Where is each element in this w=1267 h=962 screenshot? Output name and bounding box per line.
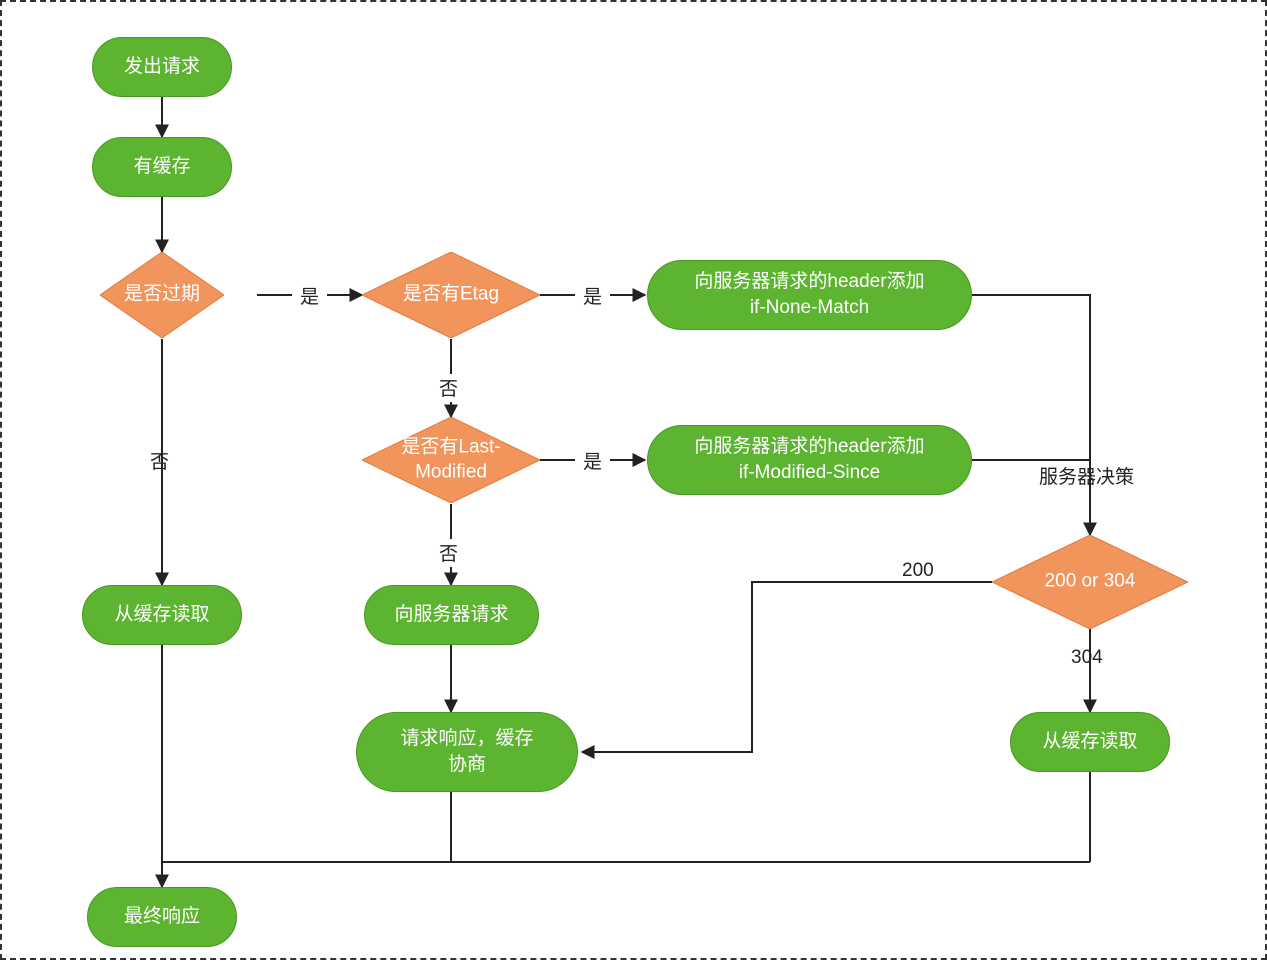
node-has-cache: 有缓存 (92, 137, 232, 197)
node-decide-label: 200 or 304 (1045, 570, 1136, 595)
node-start: 发出请求 (92, 37, 232, 97)
node-req-server-label: 向服务器请求 (394, 602, 508, 628)
node-start-label: 发出请求 (124, 54, 200, 80)
label-no-3: 否 (439, 539, 458, 566)
node-read-cache-1-label: 从缓存读取 (114, 602, 209, 628)
node-add-ims-label: 向服务器请求的header添加 if-Modified-Since (694, 434, 924, 485)
node-resp-nego: 请求响应，缓存 协商 (356, 712, 578, 792)
node-has-lm: 是否有Last- Modified (362, 417, 540, 503)
node-expired: 是否过期 (100, 252, 224, 338)
node-has-etag: 是否有Etag (362, 252, 540, 338)
node-resp-nego-label: 请求响应，缓存 协商 (400, 726, 533, 777)
node-final: 最终响应 (87, 887, 237, 947)
label-yes-3: 是 (583, 447, 602, 474)
node-expired-label: 是否过期 (124, 283, 200, 308)
node-decide: 200 or 304 (992, 535, 1188, 629)
label-no-2: 否 (439, 374, 458, 401)
node-has-cache-label: 有缓存 (133, 154, 190, 180)
node-has-lm-label: 是否有Last- Modified (381, 435, 521, 484)
node-add-inm-label: 向服务器请求的header添加 if-None-Match (694, 269, 924, 320)
node-final-label: 最终响应 (124, 904, 200, 930)
flowchart-canvas: 发出请求 有缓存 向服务器请求的header添加 if-None-Match 向… (0, 0, 1267, 960)
node-has-etag-label: 是否有Etag (403, 283, 499, 308)
label-no-1: 否 (150, 447, 169, 474)
node-read-cache-1: 从缓存读取 (82, 585, 242, 645)
label-yes-1: 是 (300, 282, 319, 309)
label-server-policy: 服务器决策 (1039, 462, 1134, 489)
label-200: 200 (902, 560, 934, 582)
node-req-server: 向服务器请求 (364, 585, 539, 645)
node-add-inm: 向服务器请求的header添加 if-None-Match (647, 260, 972, 330)
label-304: 304 (1071, 647, 1103, 669)
node-read-cache-2-label: 从缓存读取 (1042, 729, 1137, 755)
label-yes-2: 是 (583, 282, 602, 309)
node-add-ims: 向服务器请求的header添加 if-Modified-Since (647, 425, 972, 495)
node-read-cache-2: 从缓存读取 (1010, 712, 1170, 772)
